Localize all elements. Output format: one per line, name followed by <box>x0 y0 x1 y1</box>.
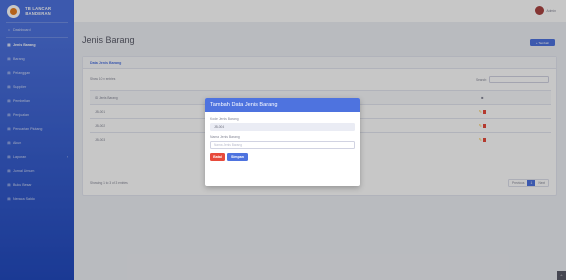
save-button[interactable]: Simpan <box>227 153 248 161</box>
nama-label: Nama Jenis Barang <box>210 135 240 139</box>
modal-title: Tambah Data Jenis Barang <box>205 98 360 112</box>
cancel-button[interactable]: Batal <box>210 153 225 161</box>
add-modal: Tambah Data Jenis Barang Kode Jenis Bara… <box>205 98 360 186</box>
modal-body: Kode Jenis Barang JB-004 Nama Jenis Bara… <box>205 112 360 149</box>
modal-footer: Batal Simpan <box>205 153 360 161</box>
kode-label: Kode Jenis Barang <box>210 117 239 121</box>
kode-field: JB-004 <box>210 123 355 131</box>
nama-field[interactable] <box>210 141 355 149</box>
